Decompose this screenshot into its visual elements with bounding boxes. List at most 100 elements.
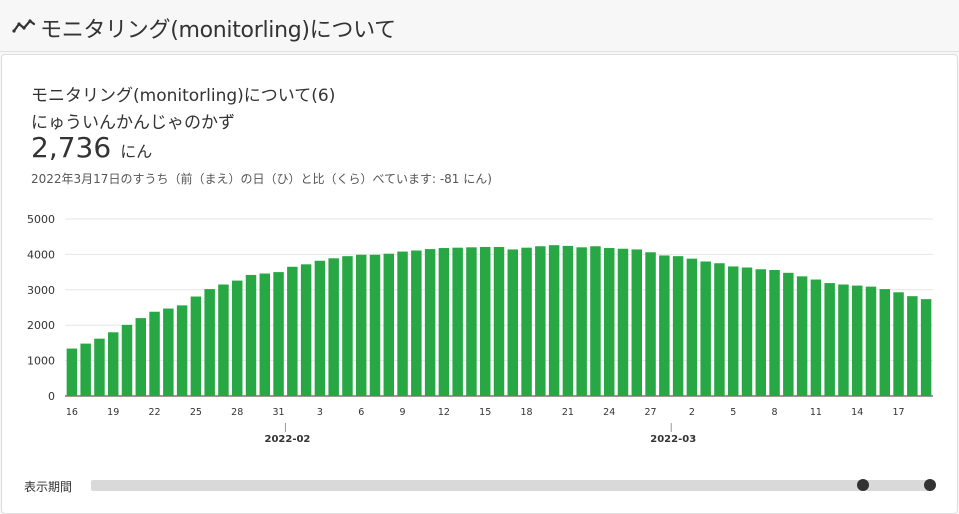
bar (204, 289, 215, 396)
bar (631, 249, 643, 396)
x-tick-label: 17 (893, 407, 905, 418)
card-title: モニタリング(monitorling)について(6) (31, 86, 336, 106)
comparison-text: 2022年3月17日のすうち（前（まえ）の日（ひ）と比（くら）べています: -8… (31, 172, 492, 186)
bar (411, 250, 422, 396)
range-label: 表示期間 (24, 480, 73, 494)
x-tick-label: 24 (603, 407, 615, 418)
bar (796, 276, 808, 396)
bar (493, 246, 505, 396)
bar (521, 247, 532, 396)
x-tick-label: 21 (562, 407, 574, 418)
value-unit: にん (120, 142, 153, 161)
bar (245, 274, 257, 396)
bar (438, 248, 450, 396)
bar-chart: 01000200030004000500016 19 22 25 28 31 3 6 9 12 15… (27, 213, 933, 445)
y-tick-label: 2000 (27, 319, 55, 332)
bar (190, 296, 202, 396)
bar (548, 245, 560, 396)
bar (603, 248, 615, 396)
bar (121, 324, 133, 396)
x-tick-label: 15 (479, 407, 491, 418)
bar (755, 269, 767, 396)
bar (893, 292, 904, 396)
bar (80, 343, 91, 396)
bar (851, 285, 863, 396)
bar (617, 248, 629, 396)
bar (94, 338, 105, 396)
x-tick-label: 18 (521, 407, 533, 418)
bar (466, 247, 477, 396)
bar (287, 266, 298, 396)
bar (259, 273, 271, 396)
bar (562, 245, 574, 396)
range-slider-track[interactable] (91, 480, 931, 491)
card-subtitle: にゅういんかんじゃのかず (31, 113, 235, 133)
bar (231, 280, 243, 396)
x-tick-label: 27 (645, 407, 657, 418)
bar (314, 260, 326, 396)
x-tick-label: 8 (772, 407, 778, 418)
y-tick-label: 1000 (27, 355, 55, 368)
page-title: モニタリング(monitorling)について (40, 18, 396, 43)
trend-line-icon (12, 19, 36, 33)
bar (300, 264, 312, 396)
value-row: 2,736 にん (31, 131, 152, 164)
range-slider-start-handle[interactable] (857, 479, 869, 491)
x-tick-label: 2 (689, 407, 695, 418)
range-slider-end-handle[interactable] (924, 479, 936, 491)
bar (424, 249, 436, 396)
bar (328, 258, 339, 396)
bar (397, 251, 408, 396)
bar (383, 253, 395, 396)
y-tick-label: 0 (48, 390, 55, 403)
bar (479, 246, 491, 396)
y-tick-label: 5000 (27, 213, 55, 226)
bar (714, 263, 725, 396)
x-tick-label: 3 (317, 407, 323, 418)
bar (727, 266, 739, 396)
bar (686, 258, 698, 396)
bar (66, 348, 78, 396)
bar (920, 299, 932, 396)
x-tick-label: 9 (400, 407, 406, 418)
bar (741, 267, 753, 396)
bar (163, 308, 174, 396)
month-label: 2022-02 (264, 434, 310, 445)
bar (879, 289, 891, 396)
current-value: 2,736 (31, 131, 112, 164)
bar (355, 254, 367, 396)
bar (135, 318, 147, 396)
bar (176, 305, 188, 396)
x-tick-label: 31 (273, 407, 285, 418)
bar (273, 272, 284, 396)
bar (107, 332, 119, 396)
bar (769, 269, 780, 396)
x-tick-label: 19 (107, 407, 119, 418)
bar (576, 247, 587, 396)
page-header: モニタリング(monitorling)について (0, 0, 959, 52)
bar (342, 256, 353, 396)
x-tick-label: 5 (730, 407, 736, 418)
x-tick-label: 6 (358, 407, 364, 418)
x-tick-label: 12 (438, 407, 450, 418)
month-label: 2022-03 (650, 434, 696, 445)
bar (149, 311, 160, 396)
bar (838, 284, 849, 396)
bar (645, 252, 656, 396)
bar (700, 261, 711, 396)
x-tick-label: 22 (149, 407, 161, 418)
bar (810, 279, 822, 396)
x-tick-label: 14 (851, 407, 863, 418)
bar (507, 249, 519, 396)
bar (907, 296, 918, 396)
bar (369, 254, 381, 396)
bar (452, 247, 463, 396)
y-tick-label: 4000 (27, 248, 55, 261)
y-tick-label: 3000 (27, 284, 55, 297)
bar (590, 246, 601, 396)
bar (659, 255, 670, 396)
bar (824, 283, 835, 396)
bar (865, 286, 877, 396)
bar (535, 246, 546, 396)
x-tick-label: 28 (231, 407, 243, 418)
